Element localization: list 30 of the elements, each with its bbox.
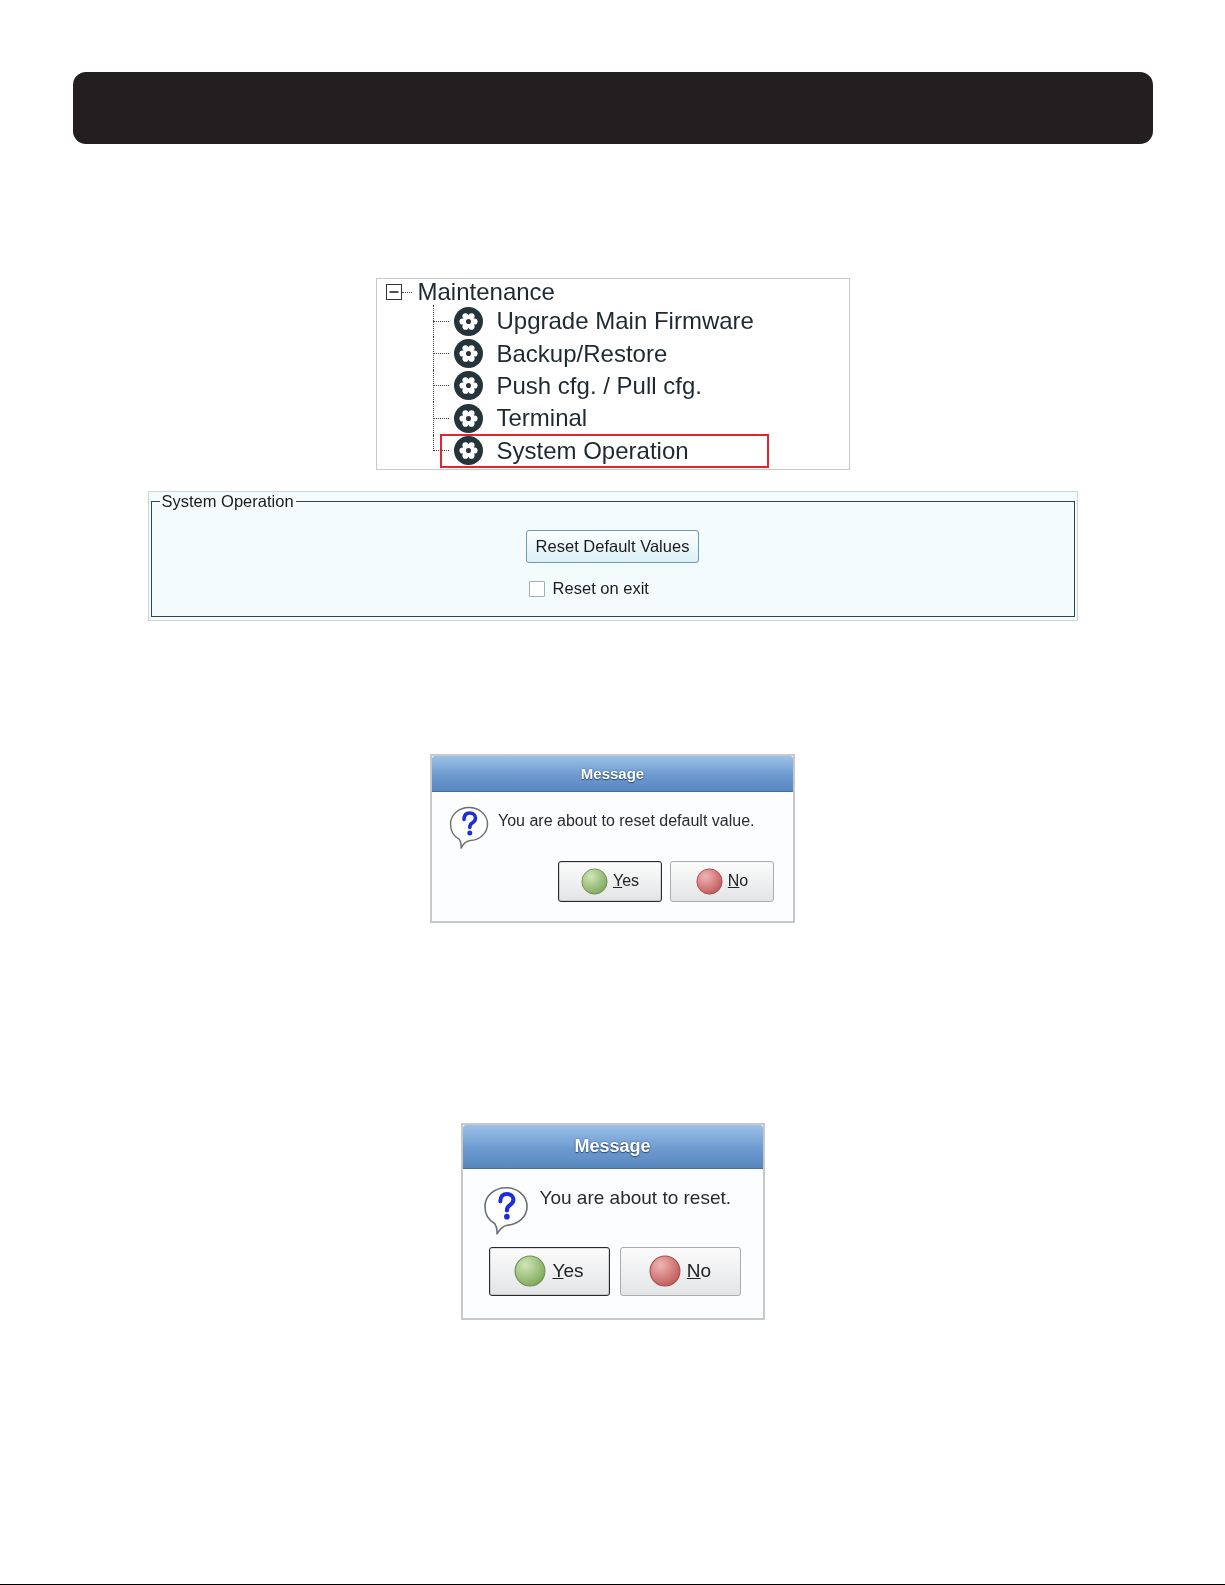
gear-icon — [453, 339, 483, 369]
circle-icon — [695, 867, 723, 895]
question-bubble-icon — [481, 1185, 530, 1236]
tree-item[interactable]: Maintenance — [417, 278, 555, 306]
dialog-message: You are about to reset default value. — [498, 810, 755, 830]
circle-icon — [648, 1255, 681, 1288]
gear-icon — [453, 436, 483, 466]
dialog-title: Message — [580, 764, 645, 782]
circle-icon — [580, 867, 608, 895]
yes-button[interactable]: Yes — [558, 860, 662, 902]
tree-item[interactable]: System Operation — [496, 436, 689, 465]
gear-icon — [453, 403, 483, 433]
reset-button[interactable]: Reset Default Values — [525, 529, 700, 563]
gear-icon — [453, 306, 483, 336]
question-bubble-icon — [449, 805, 489, 850]
collapse-icon[interactable] — [385, 284, 402, 300]
tree-item[interactable]: Upgrade Main Firmware — [496, 307, 754, 336]
yes-button[interactable]: Yes — [488, 1246, 610, 1296]
checkbox[interactable] — [528, 580, 545, 597]
gear-icon — [453, 371, 483, 401]
checkbox-label: Reset on exit — [552, 579, 649, 599]
dialog-title: Message — [574, 1135, 651, 1157]
circle-icon — [514, 1255, 547, 1288]
tree-item[interactable]: Terminal — [496, 404, 588, 433]
dialog-message: You are about to reset. — [539, 1186, 732, 1209]
tree-item[interactable]: Backup/Restore — [496, 339, 668, 368]
group-title: System Operation — [160, 491, 295, 511]
no-button[interactable]: No — [619, 1246, 741, 1296]
tree-item[interactable]: Push cfg. / Pull cfg. — [496, 371, 702, 400]
no-button[interactable]: No — [670, 860, 774, 902]
